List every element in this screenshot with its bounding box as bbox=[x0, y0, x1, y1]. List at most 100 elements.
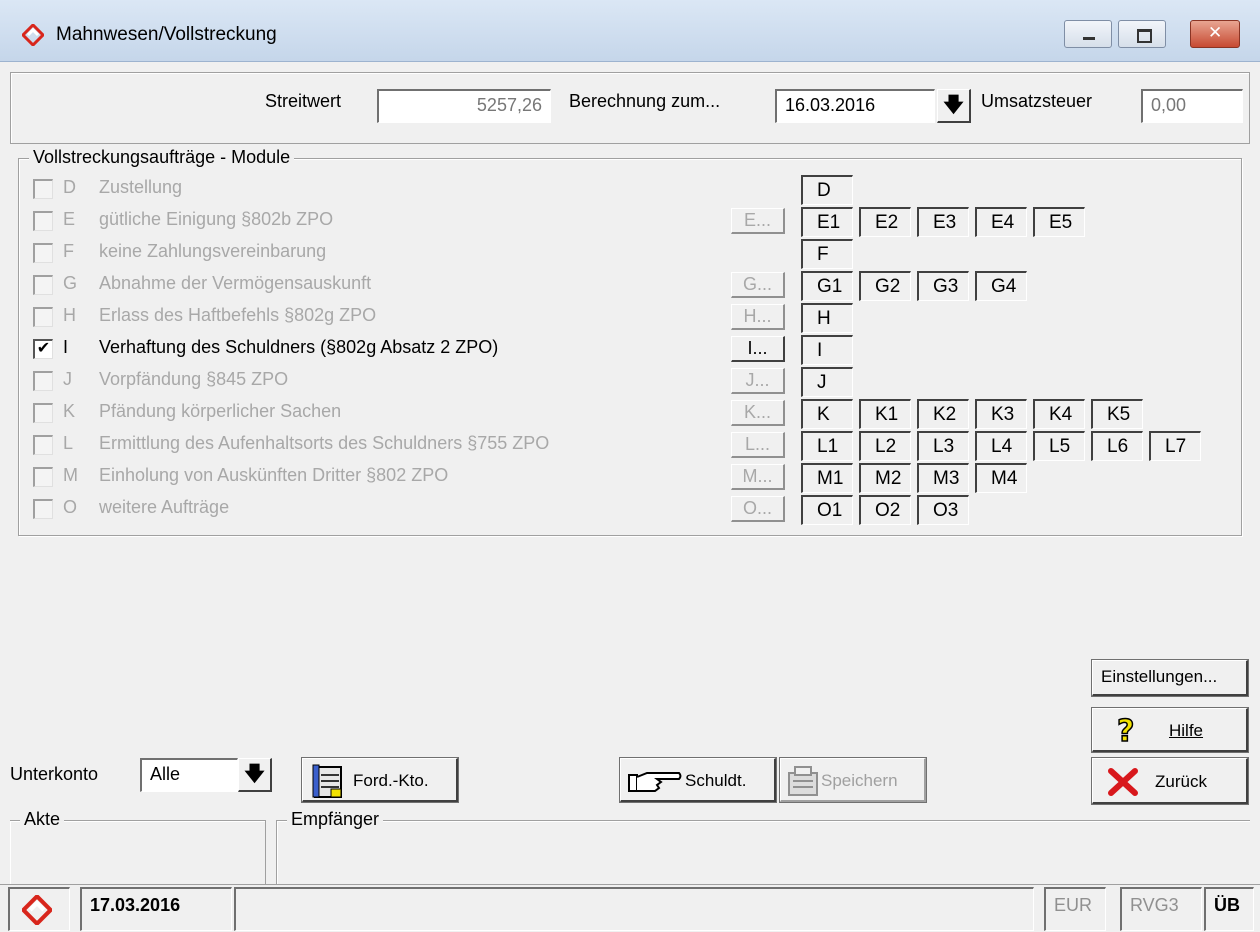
module-checkbox-g[interactable] bbox=[33, 275, 53, 295]
zurueck-label: Zurück bbox=[1155, 772, 1207, 791]
schuldt-button[interactable]: Schuldt. bbox=[619, 757, 777, 803]
module-button-e1[interactable]: E1 bbox=[801, 207, 853, 237]
module-checkbox-l[interactable] bbox=[33, 435, 53, 455]
svg-text:?: ? bbox=[1117, 714, 1134, 747]
module-button-k5[interactable]: K5 bbox=[1091, 399, 1143, 429]
berechnung-date-field[interactable]: 16.03.2016 bbox=[775, 89, 935, 123]
einstellungen-label: Einstellungen... bbox=[1101, 667, 1218, 686]
module-checkbox-o[interactable] bbox=[33, 499, 53, 519]
module-description: Vorpfändung §845 ZPO bbox=[99, 369, 289, 389]
module-options-button-h[interactable]: H... bbox=[731, 304, 785, 330]
module-checkbox-m[interactable] bbox=[33, 467, 53, 487]
app-logo-icon bbox=[22, 24, 44, 46]
module-button-d[interactable]: D bbox=[801, 175, 853, 205]
module-button-j[interactable]: J bbox=[801, 367, 853, 397]
module-description: keine Zahlungsvereinbarung bbox=[99, 241, 327, 261]
module-button-l7[interactable]: L7 bbox=[1149, 431, 1201, 461]
date-dropdown-arrow-icon[interactable]: 🡇 bbox=[937, 89, 971, 123]
module-button-l6[interactable]: L6 bbox=[1091, 431, 1143, 461]
module-button-g2[interactable]: G2 bbox=[859, 271, 911, 301]
module-button-e5[interactable]: E5 bbox=[1033, 207, 1085, 237]
module-button-k4[interactable]: K4 bbox=[1033, 399, 1085, 429]
module-checkbox-f[interactable] bbox=[33, 243, 53, 263]
akte-label: Akte bbox=[20, 809, 65, 830]
module-button-l2[interactable]: L2 bbox=[859, 431, 911, 461]
module-checkbox-h[interactable] bbox=[33, 307, 53, 327]
module-checkbox-j[interactable] bbox=[33, 371, 53, 391]
module-letter: D bbox=[63, 177, 76, 197]
schuldt-label: Schuldt. bbox=[685, 771, 747, 790]
module-options-button-m[interactable]: M... bbox=[731, 464, 785, 490]
hilfe-label: Hilfe bbox=[1169, 721, 1204, 740]
einstellungen-button[interactable]: Einstellungen... bbox=[1091, 659, 1249, 697]
module-options-button-k[interactable]: K... bbox=[731, 400, 785, 426]
module-button-l3[interactable]: L3 bbox=[917, 431, 969, 461]
speichern-button[interactable]: Speichern bbox=[779, 757, 927, 803]
status-message bbox=[234, 887, 1034, 931]
module-row-j: J Vorpfändung §845 ZPO J... J bbox=[19, 365, 1241, 397]
module-row-h: H Erlass des Haftbefehls §802g ZPO H... H bbox=[19, 301, 1241, 333]
module-letter: G bbox=[63, 273, 78, 293]
module-button-k3[interactable]: K3 bbox=[975, 399, 1027, 429]
module-button-o2[interactable]: O2 bbox=[859, 495, 911, 525]
module-letter: L bbox=[63, 433, 74, 453]
red-x-icon bbox=[1108, 768, 1138, 796]
module-button-k1[interactable]: K1 bbox=[859, 399, 911, 429]
module-checkbox-d[interactable] bbox=[33, 179, 53, 199]
module-row-f: Fkeine Zahlungsvereinbarung F bbox=[19, 237, 1241, 269]
zurueck-button[interactable]: Zurück bbox=[1091, 757, 1249, 805]
window-title: Mahnwesen/Vollstreckung bbox=[56, 24, 277, 45]
module-button-e4[interactable]: E4 bbox=[975, 207, 1027, 237]
ford-kto-button[interactable]: Ford.-Kto. bbox=[301, 757, 459, 803]
module-options-button-l[interactable]: L... bbox=[731, 432, 785, 458]
akte-panel: Akte bbox=[10, 809, 266, 884]
module-button-f[interactable]: F bbox=[801, 239, 853, 269]
header-panel: Streitwert 5257,26 Berechnung zum... 16.… bbox=[10, 72, 1250, 144]
module-button-e3[interactable]: E3 bbox=[917, 207, 969, 237]
module-row-m: M Einholung von Auskünften Dritter §802 Z… bbox=[19, 461, 1241, 493]
status-ub: ÜB bbox=[1204, 887, 1254, 931]
module-button-h[interactable]: H bbox=[801, 303, 853, 333]
minimize-button[interactable] bbox=[1064, 20, 1112, 48]
module-button-l1[interactable]: L1 bbox=[801, 431, 853, 461]
module-button-m2[interactable]: M2 bbox=[859, 463, 911, 493]
save-disk-icon bbox=[788, 766, 818, 796]
unterkonto-select[interactable]: Alle bbox=[140, 758, 238, 792]
module-description: Einholung von Auskünften Dritter §802 ZP… bbox=[99, 465, 449, 485]
module-button-g4[interactable]: G4 bbox=[975, 271, 1027, 301]
module-button-g1[interactable]: G1 bbox=[801, 271, 853, 301]
close-button[interactable] bbox=[1190, 20, 1240, 48]
module-checkbox-k[interactable] bbox=[33, 403, 53, 423]
module-button-m4[interactable]: M4 bbox=[975, 463, 1027, 493]
module-button-o3[interactable]: O3 bbox=[917, 495, 969, 525]
module-button-e2[interactable]: E2 bbox=[859, 207, 911, 237]
module-options-button-o[interactable]: O... bbox=[731, 496, 785, 522]
module-options-button-i[interactable]: I... bbox=[731, 336, 785, 362]
unterkonto-dropdown-arrow-icon[interactable]: 🡇 bbox=[238, 758, 272, 792]
module-checkbox-e[interactable] bbox=[33, 211, 53, 231]
module-letter: M bbox=[63, 465, 78, 485]
hilfe-button[interactable]: ? Hilfe bbox=[1091, 707, 1249, 753]
module-button-k2[interactable]: K2 bbox=[917, 399, 969, 429]
module-button-i[interactable]: I bbox=[801, 335, 853, 365]
speichern-label: Speichern bbox=[821, 771, 898, 790]
module-options-button-g[interactable]: G... bbox=[731, 272, 785, 298]
module-button-o1[interactable]: O1 bbox=[801, 495, 853, 525]
module-button-k[interactable]: K bbox=[801, 399, 853, 429]
module-button-m3[interactable]: M3 bbox=[917, 463, 969, 493]
status-date: 17.03.2016 bbox=[80, 887, 232, 931]
streitwert-field[interactable]: 5257,26 bbox=[377, 89, 551, 123]
module-button-l4[interactable]: L4 bbox=[975, 431, 1027, 461]
title-bar: Mahnwesen/Vollstreckung bbox=[0, 0, 1260, 62]
status-bar: 17.03.2016 EUR RVG3 ÜB bbox=[0, 884, 1260, 932]
umsatzsteuer-field[interactable]: 0,00 bbox=[1141, 89, 1243, 123]
module-options-button-j[interactable]: J... bbox=[731, 368, 785, 394]
maximize-button[interactable] bbox=[1118, 20, 1166, 48]
berechnung-label: Berechnung zum... bbox=[569, 91, 721, 111]
module-button-m1[interactable]: M1 bbox=[801, 463, 853, 493]
module-button-g3[interactable]: G3 bbox=[917, 271, 969, 301]
module-options-button-e[interactable]: E... bbox=[731, 208, 785, 234]
module-button-l5[interactable]: L5 bbox=[1033, 431, 1085, 461]
module-checkbox-i[interactable]: ✔ bbox=[33, 339, 53, 359]
clipboard-icon bbox=[312, 764, 342, 798]
